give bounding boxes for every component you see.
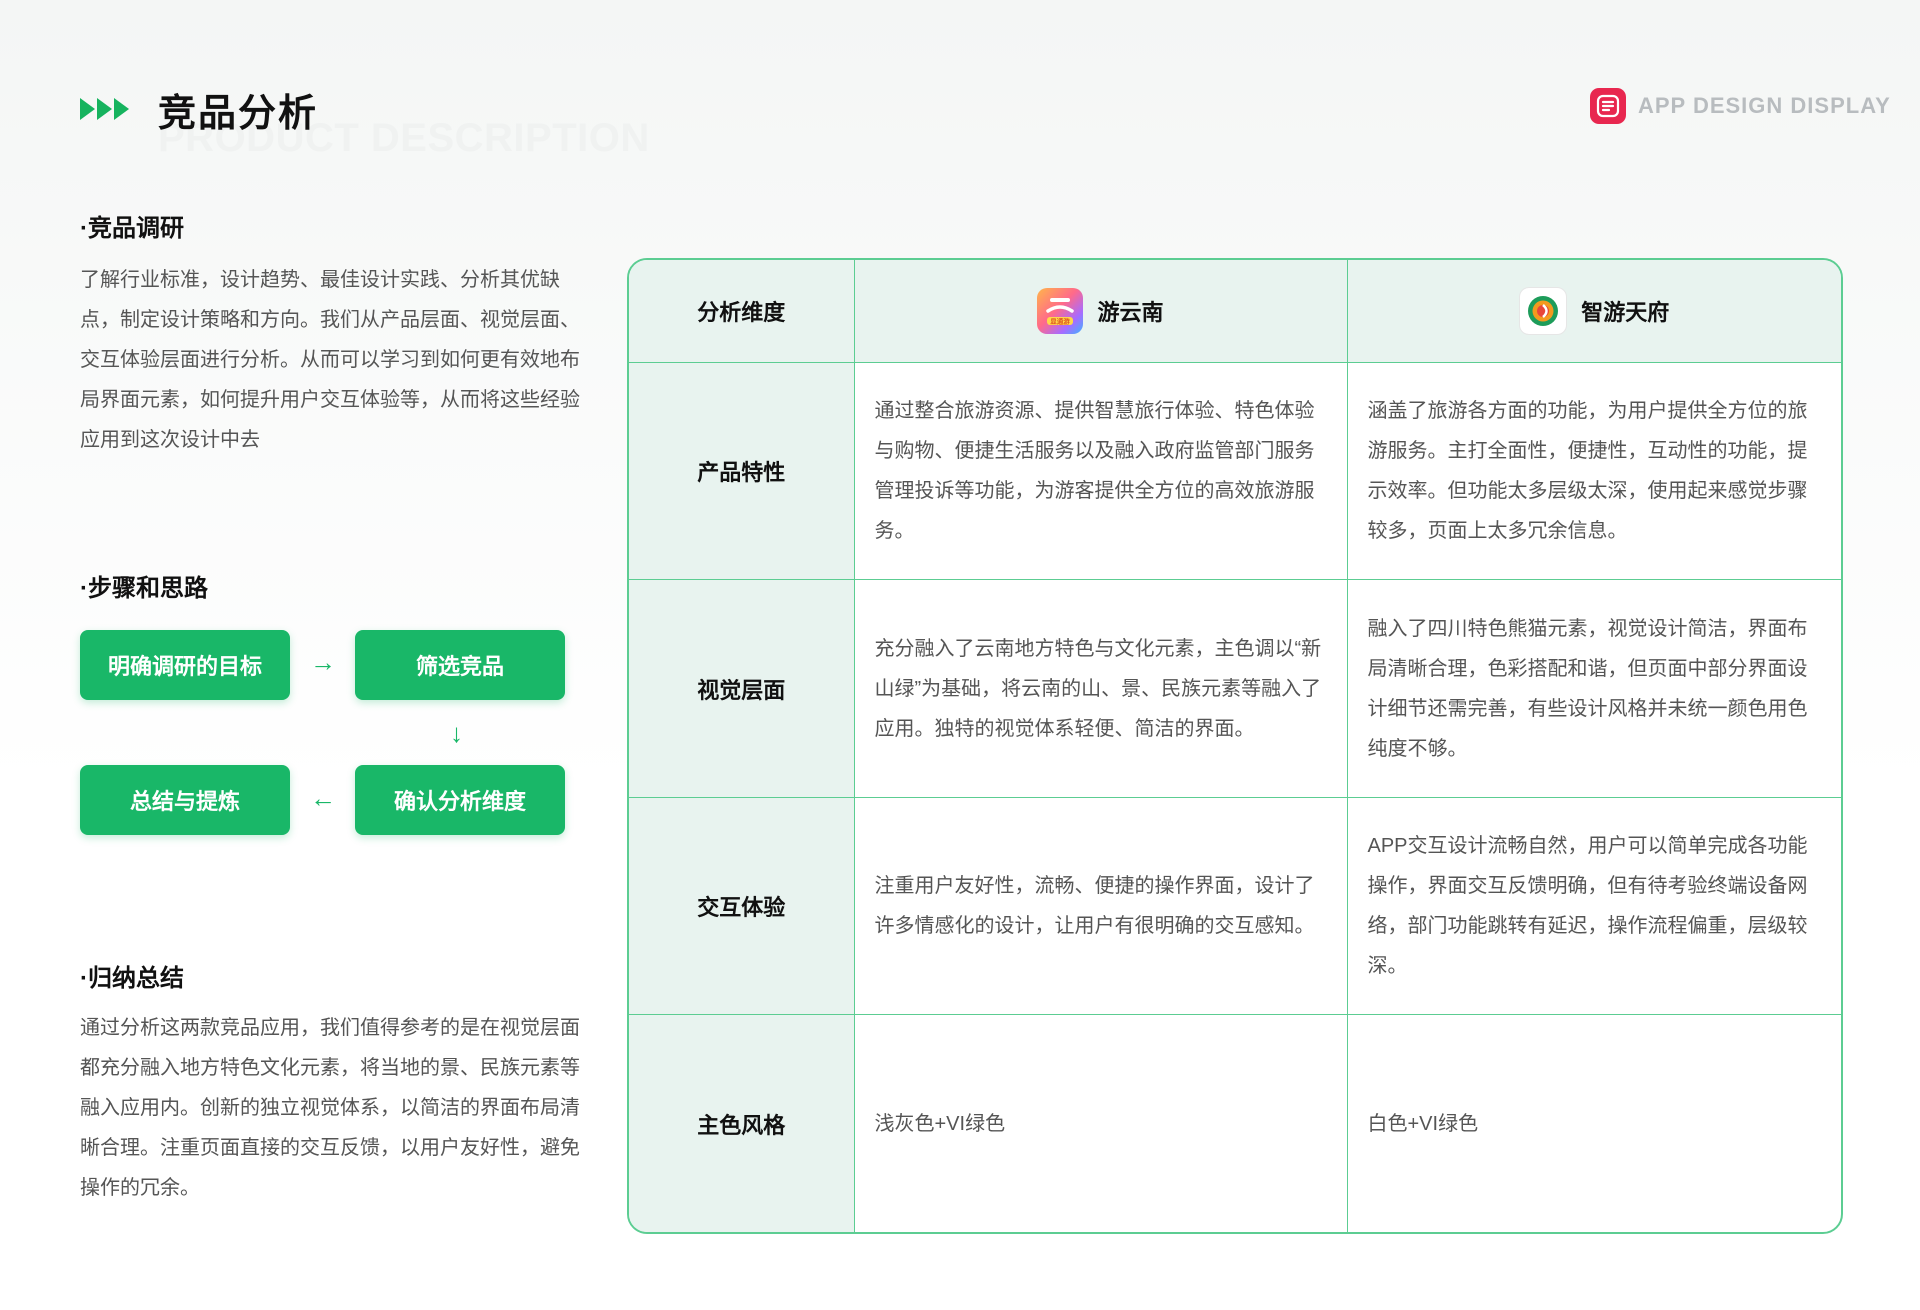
app2-cell: 白色+VI绿色 [1367, 1112, 1479, 1135]
table-row: 主色风格 浅灰色+VI绿色 白色+VI绿色 [629, 1014, 1841, 1232]
table-header-row: 分析维度 显通游 游云南 智游天府 [629, 260, 1841, 364]
app2-cell: APP交互设计流畅自然，用户可以简单完成各功能操作，界面交互反馈明确，但有待考验… [1347, 797, 1841, 1016]
app2-cell: 涵盖了旅游各方面的功能，为用户提供全方位的旅游服务。主打全面性，便捷性，互动性的… [1347, 362, 1841, 581]
app-icon-label: 显通游 [1051, 317, 1071, 326]
arrow-left-icon: ← [310, 783, 336, 813]
step-confirm-dimensions: 确认分析维度 [355, 765, 565, 835]
row-dimension: 交互体验 [629, 797, 855, 1016]
app2-cell: 融入了四川特色熊猫元素，视觉设计简洁，界面布局清晰合理，色彩搭配和谐，但页面中部… [1347, 579, 1841, 798]
steps-title: ·步骤和思路 [80, 575, 208, 602]
zhiyoutianfu-app-icon [1519, 287, 1568, 336]
comparison-table: 分析维度 显通游 游云南 智游天府 产品特性 通过整合旅游资源、提供智慧旅行体验… [627, 258, 1843, 1234]
page-title: 竞品分析 [158, 93, 319, 135]
brand-logo-icon [1590, 88, 1626, 124]
row-dimension: 产品特性 [629, 362, 855, 581]
brand: APP DESIGN DISPLAY [1590, 88, 1891, 124]
app1-cell: 充分融入了云南地方特色与文化元素，主色调以“新山绿”为基础，将云南的山、景、民族… [854, 579, 1348, 798]
app1-header: 显通游 游云南 [854, 260, 1348, 364]
research-title: ·竞品调研 [80, 215, 184, 242]
app1-cell: 通过整合旅游资源、提供智慧旅行体验、特色体验与购物、便捷生活服务以及融入政府监管… [854, 362, 1348, 581]
table-row: 产品特性 通过整合旅游资源、提供智慧旅行体验、特色体验与购物、便捷生活服务以及融… [629, 362, 1841, 581]
research-text: 了解行业标准，设计趋势、最佳设计实践、分析其优缺点，制定设计策略和方向。我们从产… [80, 269, 580, 451]
step-select-competitors: 筛选竞品 [355, 630, 565, 700]
app2-header: 智游天府 [1347, 260, 1841, 364]
youyunnan-app-icon: 显通游 [1037, 288, 1084, 335]
row-dimension: 视觉层面 [629, 579, 855, 798]
step-summarize: 总结与提炼 [80, 765, 290, 835]
table-row: 交互体验 注重用户友好性，流畅、便捷的操作界面，设计了许多情感化的设计，让用户有… [629, 797, 1841, 1016]
app1-cell: 浅灰色+VI绿色 [854, 1014, 1348, 1232]
table-row: 视觉层面 充分融入了云南地方特色与文化元素，主色调以“新山绿”为基础，将云南的山… [629, 579, 1841, 798]
dimension-header: 分析维度 [629, 260, 855, 364]
app1-name: 游云南 [1097, 300, 1164, 326]
title-arrows-icon [80, 98, 129, 120]
summary-text: 通过分析这两款竞品应用，我们值得参考的是在视觉层面都充分融入地方特色文化元素，将… [80, 1017, 580, 1199]
brand-text: APP DESIGN DISPLAY [1638, 93, 1891, 118]
app2-name: 智游天府 [1581, 300, 1670, 326]
summary-title: ·归纳总结 [80, 965, 184, 992]
step-define-goal: 明确调研的目标 [80, 630, 290, 700]
app1-cell: 注重用户友好性，流畅、便捷的操作界面，设计了许多情感化的设计，让用户有很明确的交… [854, 797, 1348, 1016]
arrow-right-icon: → [310, 647, 336, 677]
row-dimension: 主色风格 [629, 1014, 855, 1232]
arrow-down-icon: ↓ [450, 718, 463, 748]
